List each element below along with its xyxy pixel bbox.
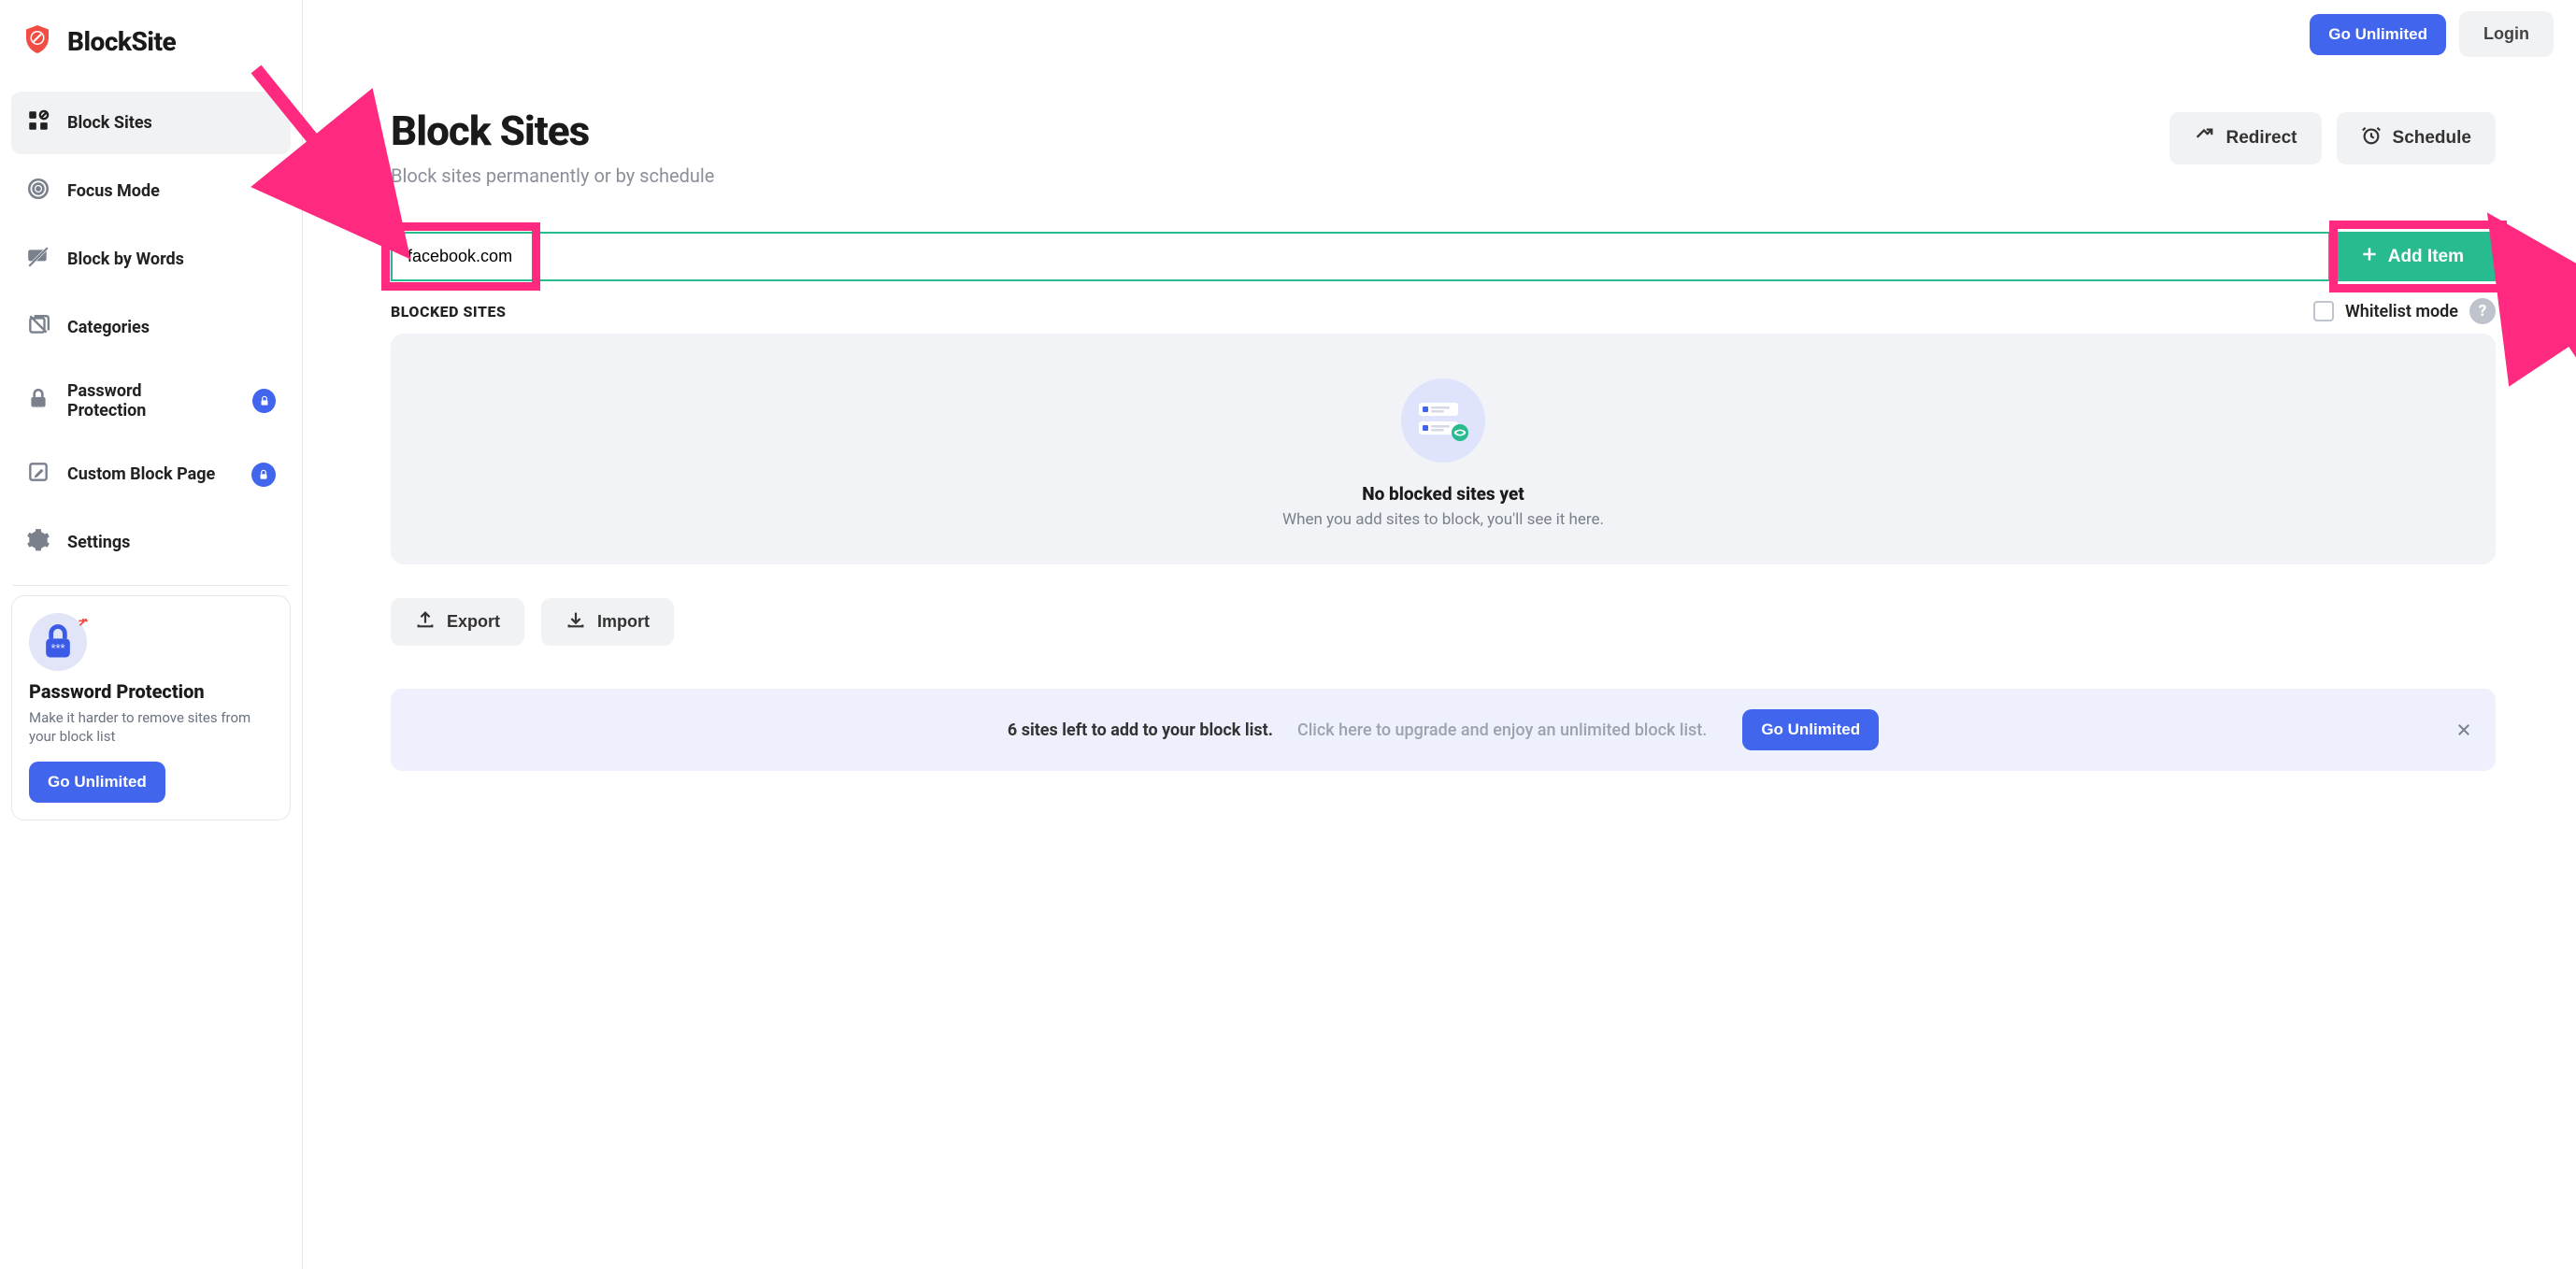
sidebar-item-label: Custom Block Page — [67, 464, 215, 484]
banner-go-unlimited-button[interactable]: Go Unlimited — [1742, 709, 1879, 750]
banner-main-text: 6 sites left to add to your block list. — [1008, 720, 1273, 740]
brand: BlockSite — [0, 0, 302, 84]
sidebar-item-focus-mode[interactable]: Focus Mode — [11, 160, 291, 222]
blocked-sites-empty-panel: No blocked sites yet When you add sites … — [391, 334, 2496, 564]
schedule-button[interactable]: Schedule — [2337, 112, 2496, 164]
sidebar-item-password-protection[interactable]: Password Protection — [11, 364, 291, 437]
edit-page-icon — [26, 460, 50, 489]
add-item-label: Add Item — [2388, 247, 2464, 267]
sidebar-item-label: Password Protection — [67, 381, 219, 421]
sidebar-item-label: Block Sites — [67, 113, 152, 133]
export-button[interactable]: Export — [391, 598, 524, 646]
import-button[interactable]: Import — [541, 598, 674, 646]
banner-sub-text[interactable]: Click here to upgrade and enjoy an unlim… — [1297, 720, 1707, 740]
target-icon — [26, 177, 50, 206]
sidebar-item-custom-block-page[interactable]: Custom Block Page — [11, 443, 291, 506]
whitelist-help-icon[interactable]: ? — [2469, 298, 2496, 324]
sidebar-item-block-by-words[interactable]: Block by Words — [11, 228, 291, 291]
whitelist-checkbox[interactable] — [2313, 301, 2334, 321]
grid-block-icon — [26, 108, 50, 137]
lock-icon — [26, 387, 50, 416]
go-unlimited-button[interactable]: Go Unlimited — [2310, 14, 2446, 55]
export-label: Export — [447, 612, 500, 632]
promo-desc: Make it harder to remove sites from your… — [29, 708, 273, 747]
plus-icon — [2360, 245, 2379, 269]
banner-close-icon[interactable] — [2453, 719, 2475, 741]
premium-lock-badge — [251, 463, 276, 487]
import-label: Import — [597, 612, 650, 632]
sidebar-item-categories[interactable]: Categories — [11, 296, 291, 359]
schedule-label: Schedule — [2393, 128, 2471, 149]
download-icon — [565, 609, 586, 634]
promo-lock-icon: *** — [29, 613, 87, 671]
sidebar-item-label: Block by Words — [67, 250, 184, 269]
page-title: Block Sites — [391, 107, 714, 155]
svg-text:***: *** — [51, 642, 65, 654]
redirect-arrow-icon — [2194, 125, 2214, 151]
redirect-button[interactable]: Redirect — [2169, 112, 2321, 164]
page-subtitle: Block sites permanently or by schedule — [391, 164, 714, 187]
upload-icon — [415, 609, 436, 634]
upgrade-banner: 6 sites left to add to your block list. … — [391, 689, 2496, 771]
empty-list-icon — [1401, 378, 1485, 463]
url-input[interactable] — [391, 232, 2328, 281]
topbar: Go Unlimited Login — [303, 0, 2576, 69]
sidebar: BlockSite Block Sites Focus Mode Block b… — [0, 0, 303, 1269]
sidebar-item-block-sites[interactable]: Block Sites — [11, 92, 291, 154]
empty-subtitle: When you add sites to block, you'll see … — [1282, 510, 1604, 529]
promo-title: Password Protection — [29, 680, 273, 703]
promo-card: *** Password Protection Make it harder t… — [11, 595, 291, 820]
sidebar-item-label: Settings — [67, 533, 130, 552]
premium-lock-badge — [252, 389, 276, 413]
sidebar-item-label: Focus Mode — [67, 181, 160, 201]
promo-go-unlimited-button[interactable]: Go Unlimited — [29, 762, 165, 803]
clock-icon — [2361, 125, 2382, 151]
sidebar-item-label: Categories — [67, 318, 150, 337]
whitelist-label: Whitelist mode — [2345, 302, 2458, 321]
add-item-button[interactable]: Add Item — [2328, 232, 2496, 281]
brand-name: BlockSite — [67, 26, 176, 57]
sidebar-divider — [13, 585, 289, 586]
add-url-row: Add Item — [391, 232, 2496, 281]
sidebar-item-settings[interactable]: Settings — [11, 511, 291, 574]
chat-slash-icon — [26, 245, 50, 274]
layers-icon — [26, 313, 50, 342]
gear-icon — [26, 528, 50, 557]
blocked-sites-label: BLOCKED SITES — [391, 303, 506, 321]
sidebar-nav: Block Sites Focus Mode Block by Words Ca… — [0, 84, 302, 581]
content: Block Sites Block sites permanently or b… — [303, 69, 2576, 1269]
login-button[interactable]: Login — [2459, 11, 2554, 57]
redirect-label: Redirect — [2225, 128, 2297, 149]
main: Go Unlimited Login Block Sites Block sit… — [303, 0, 2576, 1269]
brand-shield-icon — [21, 22, 54, 60]
empty-title: No blocked sites yet — [1362, 483, 1524, 505]
